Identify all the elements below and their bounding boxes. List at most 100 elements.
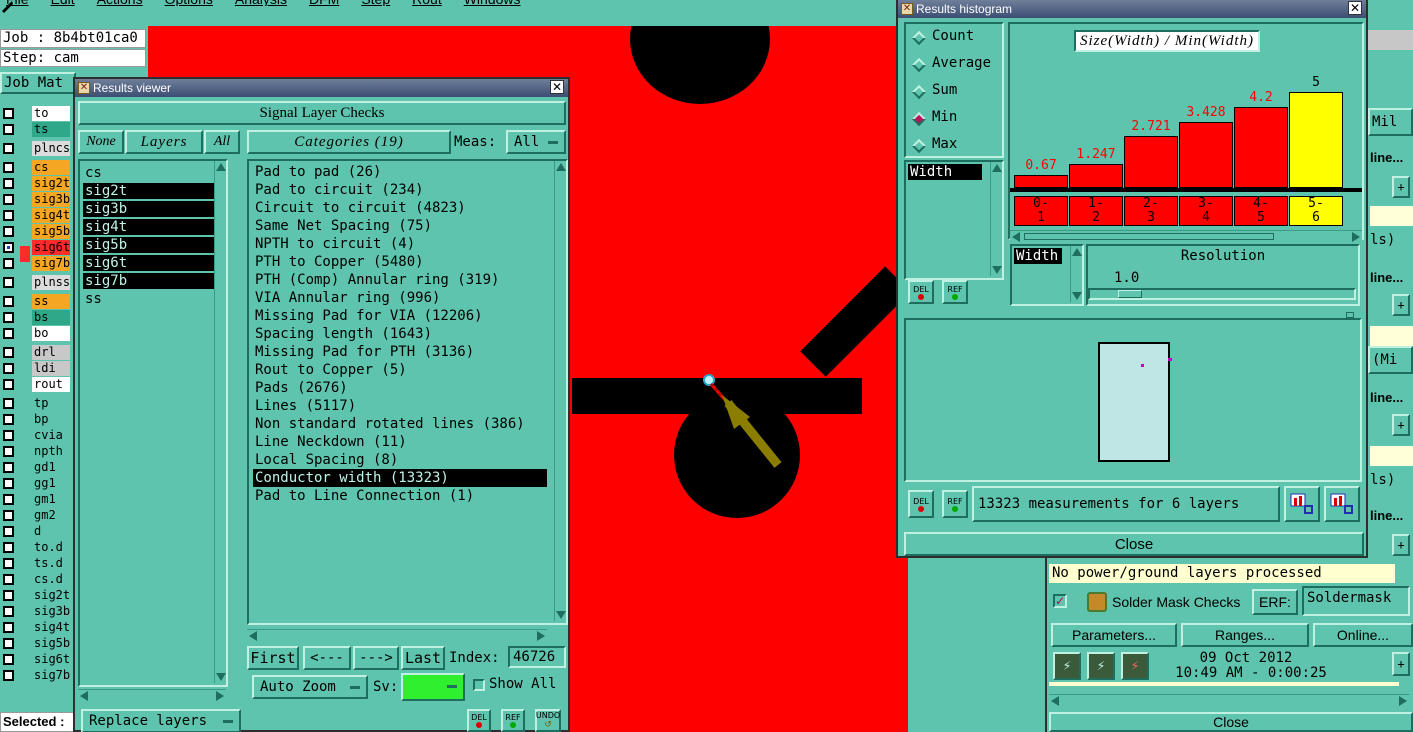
layer-checkbox[interactable] (3, 312, 14, 323)
last-button[interactable]: Last (401, 646, 445, 670)
right-online-4[interactable]: line... (1370, 508, 1403, 523)
job-matrix-button[interactable]: Job Mat (0, 72, 76, 94)
category-item[interactable]: Conductor width (13323) (253, 469, 547, 487)
layer-name[interactable]: cvia (32, 428, 70, 443)
layer-name[interactable]: bs (32, 310, 70, 325)
category-item[interactable]: PTH to Copper (5480) (253, 253, 547, 271)
layer-row[interactable]: ss (0, 294, 75, 310)
none-button[interactable]: None (78, 130, 124, 154)
layer-list-item[interactable]: sig2t (83, 183, 223, 199)
plus-button[interactable]: + (1392, 176, 1410, 198)
layer-name[interactable]: sig4t (32, 620, 70, 635)
parameters-button[interactable]: Parameters... (1051, 623, 1177, 647)
del-button[interactable]: DEL (908, 490, 934, 518)
right-online-2[interactable]: line... (1370, 270, 1403, 285)
histogram-bar[interactable] (1014, 175, 1068, 188)
histogram-bar[interactable] (1289, 92, 1343, 188)
del-button[interactable]: DEL (908, 280, 934, 304)
layer-checkbox[interactable] (3, 590, 14, 601)
layer-checkbox[interactable] (3, 622, 14, 633)
layer-name[interactable]: gm1 (32, 492, 70, 507)
layer-name[interactable]: d (32, 524, 70, 539)
layer-row[interactable]: ldi (0, 361, 75, 377)
layer-row[interactable]: cs.d (0, 572, 75, 588)
layer-checkbox[interactable] (3, 414, 14, 425)
layer-name[interactable]: sig5b (32, 224, 70, 239)
layer-checkbox[interactable] (3, 526, 14, 537)
auto-zoom-dropdown[interactable]: Auto Zoom (252, 675, 368, 699)
mode-label[interactable]: Min (932, 109, 957, 125)
categories-hscroll[interactable] (247, 629, 547, 641)
layer-row[interactable]: sig4t (0, 620, 75, 636)
category-item[interactable]: Pad to pad (26) (253, 163, 547, 181)
layer-name[interactable]: rout (32, 377, 70, 392)
layer-checkbox[interactable] (3, 478, 14, 489)
plus-button[interactable]: + (1392, 294, 1410, 316)
layer-row[interactable]: sig3b (0, 604, 75, 620)
run-action-icon[interactable]: ⚡ (1053, 652, 1081, 680)
layer-list-item[interactable]: sig4t (83, 219, 223, 235)
layers-vscroll[interactable] (214, 161, 226, 683)
menu-item-windows[interactable]: Windows (464, 0, 521, 6)
layer-row[interactable]: drl (0, 345, 75, 361)
layer-list-item[interactable]: sig6t (83, 255, 223, 271)
histogram-bar[interactable] (1124, 136, 1178, 188)
first-button[interactable]: First (247, 646, 299, 670)
category-item[interactable]: Rout to Copper (5) (253, 361, 547, 379)
layer-checkbox[interactable] (3, 277, 14, 288)
layer-checkbox[interactable] (3, 462, 14, 473)
category-item[interactable]: Pads (2676) (253, 379, 547, 397)
menu-item-dfm[interactable]: DFM (309, 0, 339, 6)
menu-item-step[interactable]: Step (361, 0, 390, 6)
layer-checkbox[interactable] (3, 363, 14, 374)
layer-name[interactable]: sig5b (32, 636, 70, 651)
close-icon[interactable]: ✕ (1348, 1, 1362, 15)
layer-name[interactable]: drl (32, 345, 70, 360)
layer-row[interactable]: sig6t (0, 240, 75, 256)
menu-item-edit[interactable]: Edit (51, 0, 75, 6)
layer-name[interactable]: bo (32, 326, 70, 341)
layer-row[interactable]: gg1 (0, 476, 75, 492)
signal-layer-checks-header[interactable]: Signal Layer Checks (78, 101, 566, 125)
layer-row[interactable]: gm2 (0, 508, 75, 524)
layer-checkbox[interactable] (3, 558, 14, 569)
histogram-bin[interactable]: 5- 6 (1289, 196, 1343, 226)
plus-button[interactable]: + (1392, 534, 1410, 556)
category-item[interactable]: Circuit to circuit (4823) (253, 199, 547, 217)
resolution-slider[interactable] (1088, 288, 1356, 300)
layer-checkbox[interactable] (3, 638, 14, 649)
layer-row[interactable]: rout (0, 377, 75, 393)
measure-item-width[interactable]: Width (908, 164, 982, 180)
resolution-slider-thumb[interactable] (1118, 290, 1142, 298)
layer-checkbox[interactable] (3, 108, 14, 119)
category-item[interactable]: Spacing length (1643) (253, 325, 547, 343)
mode-label[interactable]: Average (932, 55, 991, 71)
layer-checkbox[interactable] (3, 542, 14, 553)
categories-vscroll[interactable] (554, 161, 566, 621)
categories-listbox[interactable]: Pad to pad (26) Pad to circuit (234) Circu… (247, 159, 568, 625)
category-item[interactable]: Line Neckdown (11) (253, 433, 547, 451)
run-action-icon[interactable]: ⚡ (1087, 652, 1115, 680)
histogram-bar[interactable] (1179, 122, 1233, 188)
category-item[interactable]: VIA Annular ring (996) (253, 289, 547, 307)
ref-button[interactable]: REF (942, 490, 968, 518)
layer-name[interactable]: plnss (32, 275, 70, 290)
layer-name[interactable]: sig3b (32, 604, 70, 619)
category-item[interactable]: Pad to circuit (234) (253, 181, 547, 199)
layer-name[interactable]: plncs (32, 141, 70, 156)
erf-input[interactable]: Soldermask (1302, 586, 1410, 616)
ranges-button[interactable]: Ranges... (1181, 623, 1309, 647)
histogram-bar[interactable] (1069, 164, 1123, 188)
histogram-bin[interactable]: 0- 1 (1014, 196, 1068, 226)
layer-checkbox[interactable] (3, 379, 14, 390)
layer-row[interactable]: ts.d (0, 556, 75, 572)
menu-item-options[interactable]: Options (165, 0, 213, 6)
mode-label[interactable]: Max (932, 136, 957, 152)
undo-button[interactable]: UNDO ↺ (535, 709, 561, 732)
layer-name[interactable]: gd1 (32, 460, 70, 475)
layer-checkbox[interactable] (3, 494, 14, 505)
histogram-close-button[interactable]: Close (904, 532, 1364, 556)
layers-hscroll[interactable] (78, 689, 226, 701)
layer-row[interactable]: bo (0, 326, 75, 342)
layer-name[interactable]: to (32, 106, 70, 121)
